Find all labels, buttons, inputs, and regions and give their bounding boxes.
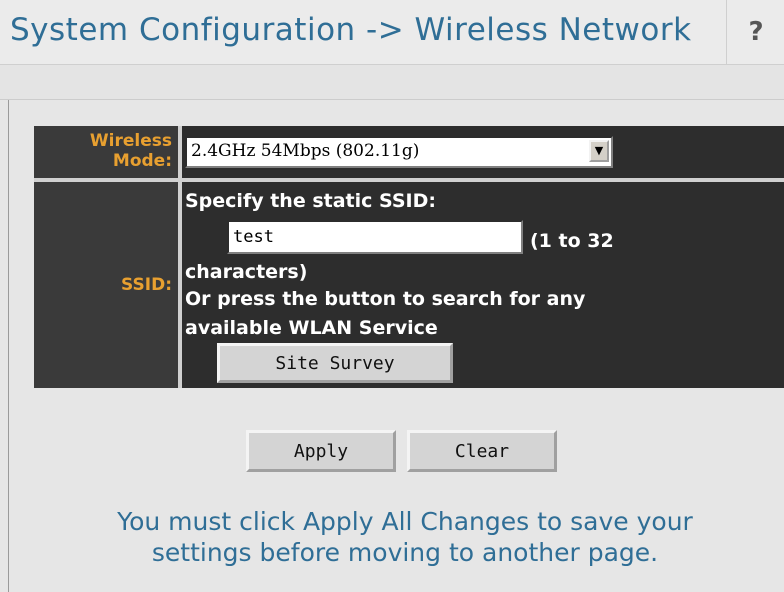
wireless-mode-label: Wireless Mode:	[34, 126, 178, 178]
site-survey-instruction-line2: available WLAN Service	[185, 317, 438, 339]
ssid-instruction: Specify the static SSID:	[185, 190, 436, 212]
apply-button[interactable]: Apply	[246, 430, 396, 472]
header-band	[0, 65, 784, 100]
ssid-range-hint: (1 to 32	[530, 230, 614, 252]
column-divider	[178, 126, 182, 388]
ssid-label: SSID:	[34, 182, 178, 388]
site-survey-button[interactable]: Site Survey	[217, 343, 453, 383]
wireless-mode-selected-value: 2.4GHz 54Mbps (802.11g)	[191, 141, 420, 161]
help-icon[interactable]: ?	[728, 10, 784, 54]
wireless-mode-label-line2: Mode:	[112, 151, 172, 171]
chevron-down-icon[interactable]: ▼	[589, 140, 609, 162]
page-header: System Configuration -> Wireless Network…	[0, 0, 784, 65]
ssid-label-text: SSID:	[121, 275, 172, 295]
ssid-input[interactable]	[227, 220, 523, 254]
wireless-mode-select[interactable]: 2.4GHz 54Mbps (802.11g) ▼	[185, 136, 613, 168]
page-title: System Configuration -> Wireless Network	[10, 12, 692, 48]
left-divider	[8, 100, 9, 592]
header-divider	[726, 0, 727, 64]
save-notice-line1: You must click Apply All Changes to save…	[117, 507, 693, 536]
save-notice-line2: settings before moving to another page.	[151, 538, 659, 567]
wireless-mode-label-line1: Wireless	[89, 131, 172, 151]
site-survey-instruction-line1: Or press the button to search for any	[185, 288, 586, 310]
ssid-range-hint-cont: characters)	[185, 261, 308, 283]
save-notice: You must click Apply All Changes to save…	[40, 506, 770, 568]
clear-button[interactable]: Clear	[407, 430, 557, 472]
